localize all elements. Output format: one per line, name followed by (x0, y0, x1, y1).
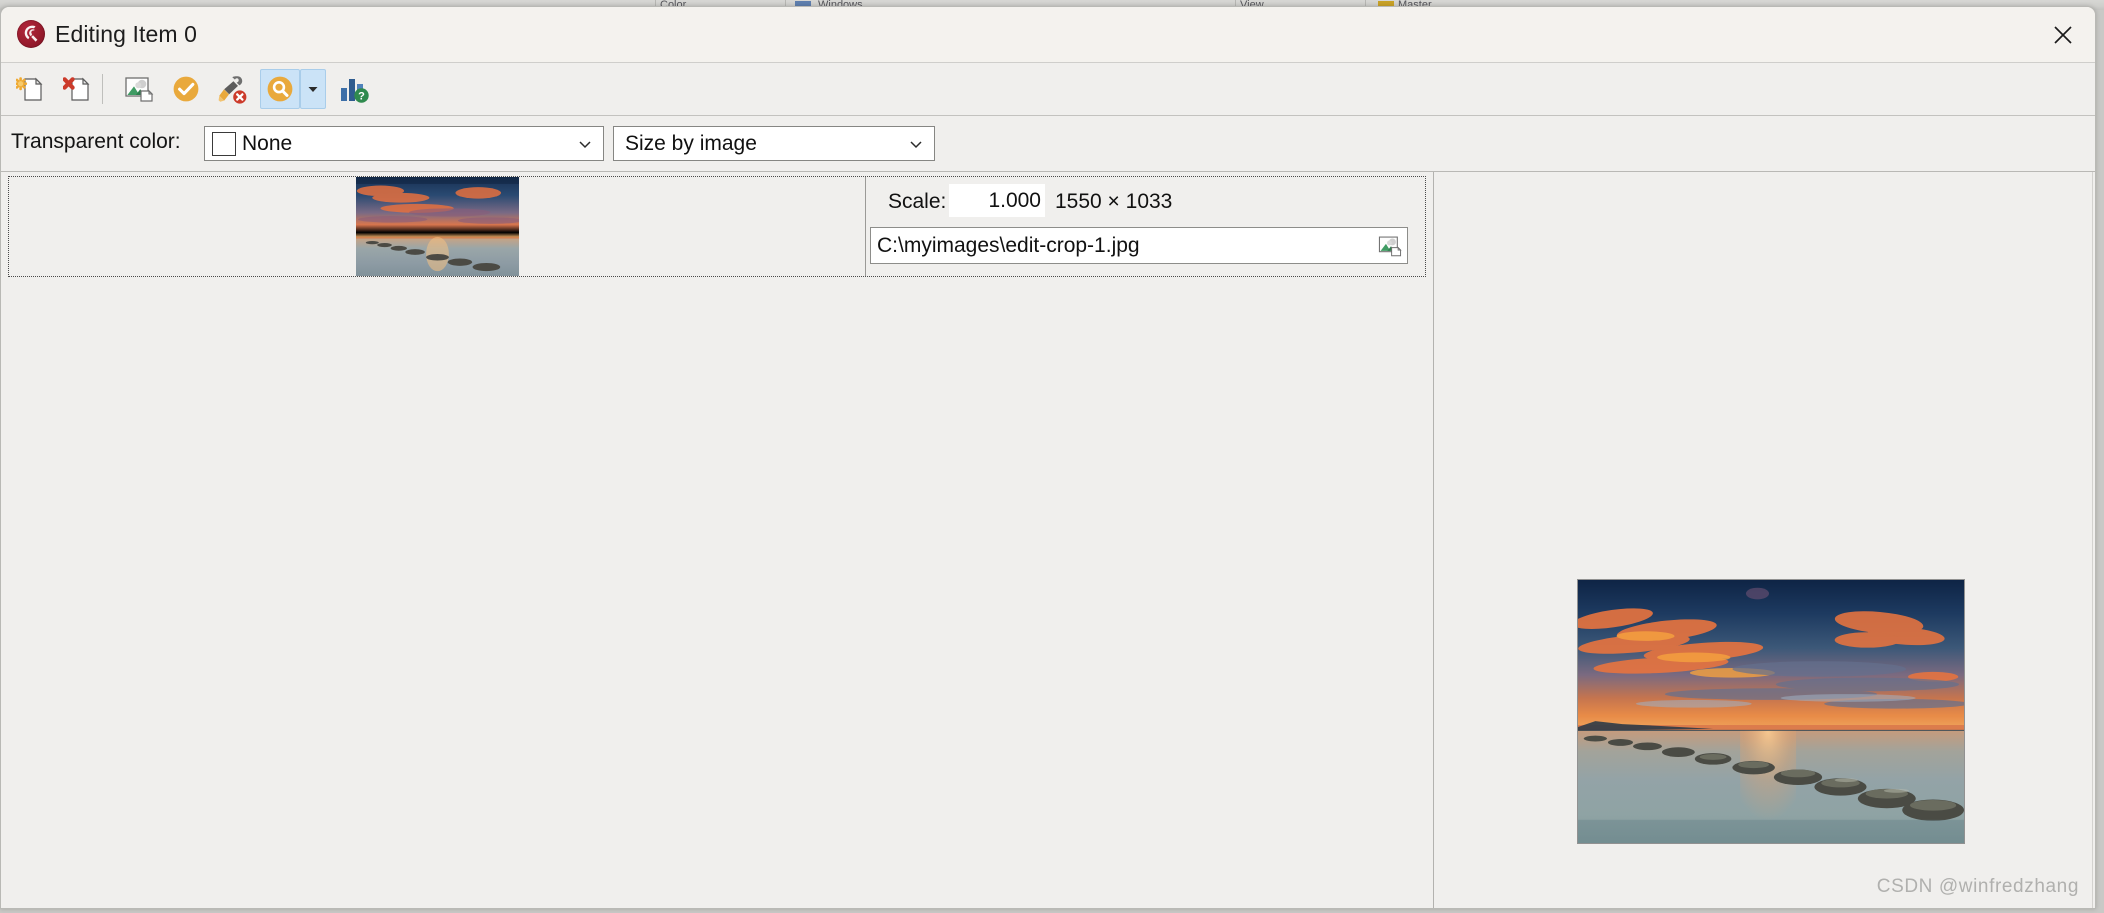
transparent-color-label: Transparent color: (11, 130, 181, 153)
picture-open-icon (125, 77, 154, 102)
image-dimensions-label: 1550 × 1033 (1055, 190, 1173, 213)
apply-button[interactable] (166, 69, 206, 109)
page-title: Editing Item 0 (55, 21, 198, 47)
size-mode-select[interactable]: Size by image (613, 126, 935, 161)
watermark-label: CSDN @winfredzhang (1876, 876, 2079, 897)
preview-pane (1435, 172, 2095, 908)
preview-scrollbar[interactable] (2092, 172, 2095, 908)
svg-text:?: ? (358, 91, 365, 103)
scale-label: Scale: (888, 190, 947, 213)
magnifier-icon (267, 76, 293, 102)
browse-image-button[interactable] (1374, 230, 1405, 261)
image-path-value: C:\myimages\edit-crop-1.jpg (877, 233, 1140, 257)
toolbar: ? (1, 62, 2095, 116)
transparent-color-chevron (577, 127, 593, 160)
transparent-color-swatch (212, 131, 236, 156)
chart-help-icon: ? (341, 79, 369, 103)
transparent-color-value: None (242, 131, 293, 155)
chart-help-button[interactable]: ? (333, 69, 373, 109)
load-image-button[interactable] (119, 69, 159, 109)
size-mode-chevron (908, 127, 924, 160)
close-button[interactable] (2031, 7, 2095, 62)
item-fields-cell: Scale: 1.000 1550 × 1033 C:\myimages\edi… (866, 177, 1425, 276)
zoom-dropdown-arrow[interactable] (300, 69, 326, 109)
content-area: Scale: 1.000 1550 × 1033 C:\myimages\edi… (1, 172, 2095, 908)
check-circle-icon (173, 76, 199, 102)
item-thumbnail (355, 177, 519, 276)
size-mode-value: Size by image (625, 131, 757, 155)
brush-delete-icon (218, 76, 247, 104)
image-path-input[interactable]: C:\myimages\edit-crop-1.jpg (870, 227, 1408, 264)
scale-input[interactable]: 1.000 (949, 184, 1045, 217)
chevron-down-icon (308, 87, 318, 92)
new-item-button[interactable] (11, 69, 51, 109)
item-thumbnail-cell (9, 177, 866, 276)
options-row: Transparent color: None Size by image (1, 116, 2095, 172)
chevron-down-icon (579, 140, 591, 148)
chevron-down-icon (910, 140, 922, 148)
delete-document-x-icon (63, 77, 90, 101)
zoom-button[interactable] (260, 69, 300, 109)
toolbar-separator (102, 74, 103, 104)
spartan-helmet-logo-icon (17, 20, 45, 48)
image-preview (1577, 579, 1965, 844)
editing-item-dialog: Editing Item 0 ? Transparent color: None… (0, 6, 2096, 909)
picture-browse-icon (1378, 236, 1402, 256)
items-pane: Scale: 1.000 1550 × 1033 C:\myimages\edi… (1, 172, 1434, 908)
clear-format-button[interactable] (213, 69, 253, 109)
transparent-color-select[interactable]: None (204, 126, 604, 161)
delete-item-button[interactable] (58, 69, 98, 109)
list-item[interactable]: Scale: 1.000 1550 × 1033 C:\myimages\edi… (8, 176, 1426, 277)
title-bar: Editing Item 0 (1, 7, 2095, 62)
close-icon (2054, 25, 2072, 44)
new-document-star-icon (16, 77, 43, 101)
